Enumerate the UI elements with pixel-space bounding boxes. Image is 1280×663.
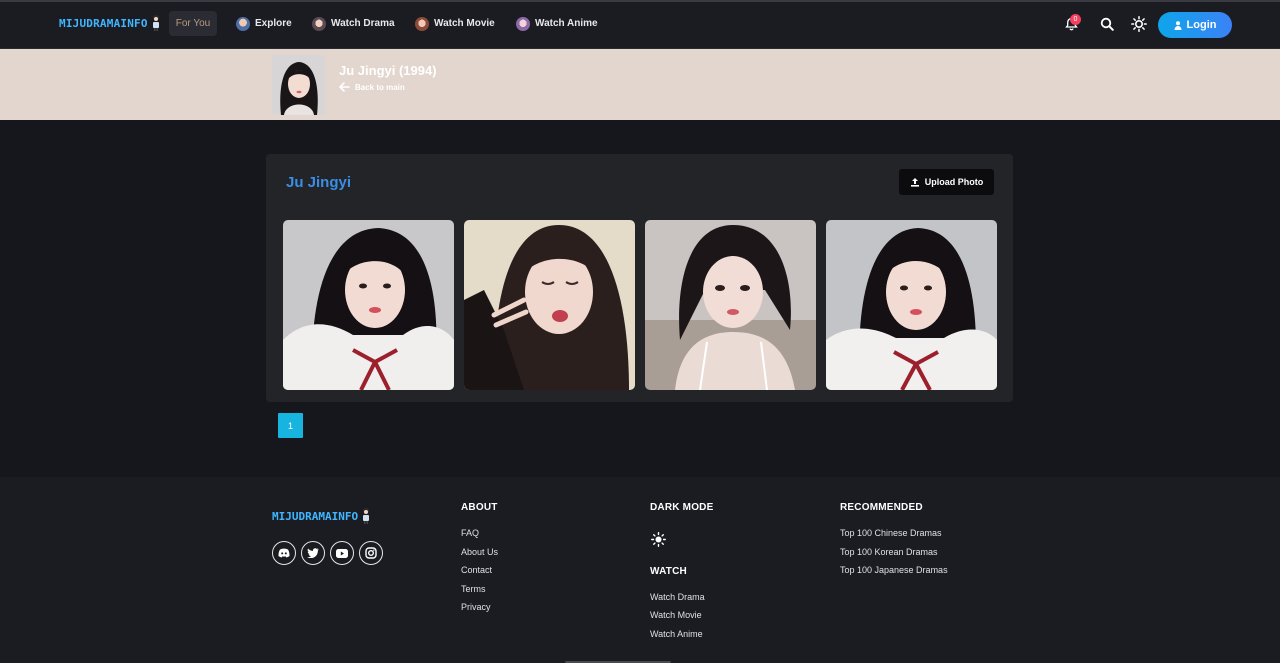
footer-link-terms[interactable]: Terms bbox=[461, 584, 486, 594]
nav-watch-drama-label: Watch Drama bbox=[331, 18, 395, 29]
upload-icon bbox=[910, 178, 919, 187]
nav-for-you-label: For You bbox=[175, 18, 211, 29]
profile-header-band bbox=[0, 49, 1280, 120]
footer-watch-heading: WATCH bbox=[650, 566, 687, 577]
footer-logo[interactable]: MIJUDRAMAINFO bbox=[272, 508, 371, 524]
nav-watch-drama[interactable]: Watch Drama bbox=[312, 11, 395, 36]
person-name: Ju Jingyi (1994) bbox=[339, 63, 437, 78]
gallery-photo-1[interactable] bbox=[283, 220, 454, 390]
nav-watch-movie-label: Watch Movie bbox=[434, 18, 495, 29]
nav-watch-movie[interactable]: Watch Movie bbox=[415, 11, 495, 36]
back-to-main-link[interactable]: Back to main bbox=[339, 82, 405, 92]
user-lock-icon bbox=[1174, 20, 1182, 30]
logo-text: MIJUDRAMAINFO bbox=[59, 16, 148, 30]
nav-explore[interactable]: Explore bbox=[236, 11, 292, 36]
footer-logo-text: MIJUDRAMAINFO bbox=[272, 509, 359, 523]
footer-link-top-japanese-dramas[interactable]: Top 100 Japanese Dramas bbox=[840, 565, 948, 575]
pagination-page-1[interactable]: 1 bbox=[278, 413, 303, 438]
footer bbox=[0, 477, 1280, 663]
nav-explore-label: Explore bbox=[255, 18, 292, 29]
nav-watch-anime-label: Watch Anime bbox=[535, 18, 598, 29]
footer-link-contact[interactable]: Contact bbox=[461, 565, 492, 575]
notification-count-badge: 0 bbox=[1070, 14, 1081, 25]
footer-sun-theme-toggle-icon[interactable] bbox=[650, 531, 666, 547]
discord-icon[interactable] bbox=[272, 541, 296, 565]
footer-recommended-heading: RECOMMENDED bbox=[840, 502, 923, 513]
footer-link-privacy[interactable]: Privacy bbox=[461, 602, 491, 612]
footer-dark-mode-heading: DARK MODE bbox=[650, 502, 714, 513]
gallery-title: Ju Jingyi bbox=[286, 174, 352, 191]
mascot-icon bbox=[152, 15, 159, 31]
footer-link-watch-movie[interactable]: Watch Movie bbox=[650, 610, 702, 620]
footer-link-top-chinese-dramas[interactable]: Top 100 Chinese Dramas bbox=[840, 528, 942, 538]
nav-for-you[interactable]: For You bbox=[169, 11, 217, 36]
upload-photo-label: Upload Photo bbox=[924, 177, 984, 187]
gallery-photo-2[interactable] bbox=[464, 220, 635, 390]
footer-about-heading: ABOUT bbox=[461, 502, 498, 513]
login-label: Login bbox=[1186, 19, 1217, 31]
footer-link-faq[interactable]: FAQ bbox=[461, 528, 479, 538]
watch-anime-icon bbox=[516, 16, 530, 31]
gallery-photo-4[interactable] bbox=[826, 220, 997, 390]
sun-theme-toggle-icon[interactable] bbox=[1131, 16, 1147, 32]
arrow-left-icon bbox=[339, 82, 350, 92]
twitter-icon[interactable] bbox=[301, 541, 325, 565]
gallery-photo-3[interactable] bbox=[645, 220, 816, 390]
profile-avatar bbox=[272, 55, 325, 115]
footer-link-top-korean-dramas[interactable]: Top 100 Korean Dramas bbox=[840, 547, 938, 557]
instagram-icon[interactable] bbox=[359, 541, 383, 565]
youtube-icon[interactable] bbox=[330, 541, 354, 565]
footer-link-watch-anime[interactable]: Watch Anime bbox=[650, 629, 703, 639]
watch-drama-icon bbox=[312, 16, 326, 31]
back-to-main-label: Back to main bbox=[355, 82, 405, 92]
explore-icon bbox=[236, 16, 250, 31]
footer-link-watch-drama[interactable]: Watch Drama bbox=[650, 592, 705, 602]
upload-photo-button[interactable]: Upload Photo bbox=[899, 169, 994, 195]
mascot-icon bbox=[363, 508, 370, 524]
login-button[interactable]: Login bbox=[1158, 12, 1232, 38]
site-logo[interactable]: MIJUDRAMAINFO bbox=[59, 15, 161, 31]
search-icon[interactable] bbox=[1099, 16, 1115, 32]
watch-movie-icon bbox=[415, 16, 429, 31]
nav-watch-anime[interactable]: Watch Anime bbox=[516, 11, 598, 36]
footer-link-about-us[interactable]: About Us bbox=[461, 547, 498, 557]
